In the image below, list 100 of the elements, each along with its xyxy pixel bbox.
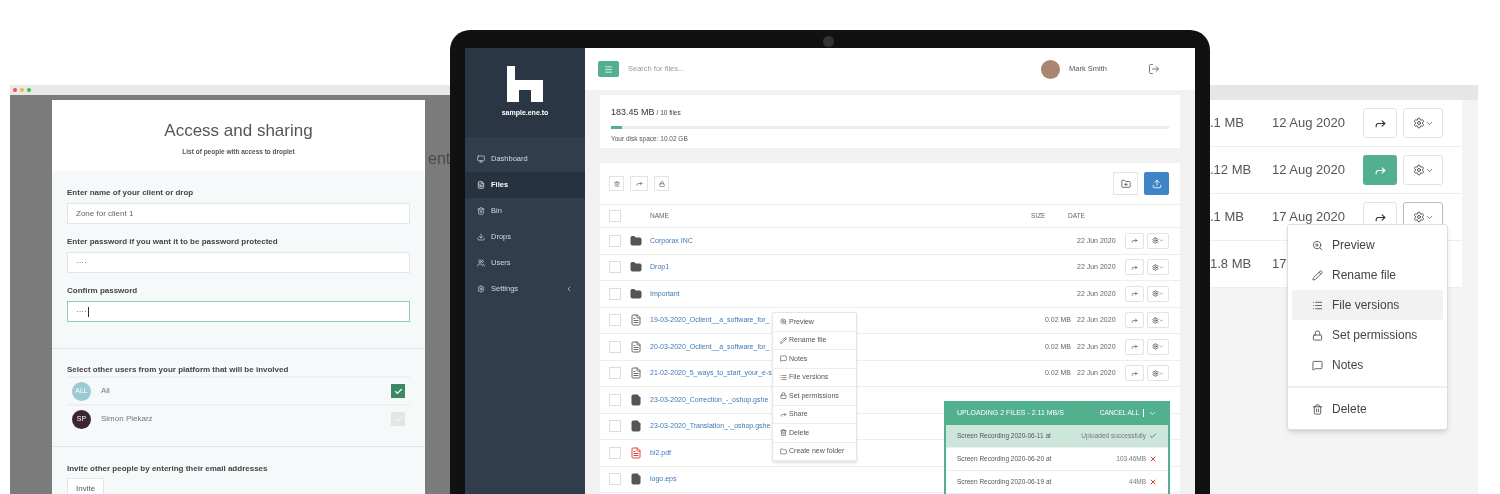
list-icon — [1312, 299, 1323, 311]
gear-icon — [1152, 263, 1159, 271]
pencil-icon — [780, 336, 787, 344]
row-checkbox[interactable] — [609, 367, 621, 380]
gear-icon — [1412, 164, 1425, 176]
speech-bubble-icon — [1312, 359, 1323, 371]
zoom-icon — [1312, 239, 1323, 251]
speech-bubble-icon — [780, 355, 787, 363]
gear-dropdown-button[interactable] — [1147, 232, 1169, 249]
house-logo-icon — [507, 66, 543, 103]
users-icon — [477, 259, 485, 267]
upload-icon — [1151, 178, 1162, 189]
trash-icon — [1312, 403, 1323, 415]
gear-icon — [1152, 343, 1159, 351]
bin-icon — [477, 207, 485, 215]
share-button[interactable] — [1125, 285, 1144, 302]
share-button[interactable] — [1125, 338, 1144, 355]
gear-dropdown-button[interactable] — [1403, 155, 1443, 185]
folder-icon — [630, 234, 642, 247]
share-button[interactable] — [1125, 312, 1144, 329]
text-cursor — [87, 306, 89, 317]
share-button[interactable] — [1125, 365, 1144, 382]
row-checkbox[interactable] — [609, 314, 621, 327]
trash-icon — [613, 180, 620, 187]
trash-icon — [780, 429, 787, 437]
logout-icon[interactable] — [1148, 63, 1160, 75]
user-name: Simon Piekarz — [101, 413, 154, 425]
row-checkbox[interactable] — [609, 340, 621, 353]
invite-button[interactable]: Invite — [67, 478, 105, 494]
gear-dropdown-button[interactable] — [1147, 312, 1169, 329]
folder-icon — [630, 287, 642, 300]
input-field[interactable]: ···· — [67, 252, 410, 273]
gear-icon — [1152, 237, 1159, 245]
delete-button[interactable] — [609, 176, 624, 191]
lock-icon — [780, 392, 787, 400]
row-checkbox[interactable] — [609, 261, 621, 274]
document-icon — [630, 367, 642, 380]
file-date: 12 Aug 2020 — [1272, 114, 1347, 133]
gear-dropdown-button[interactable] — [1147, 285, 1169, 302]
gear-icon — [1412, 117, 1425, 129]
share-icon — [1131, 237, 1138, 245]
gear-dropdown-button[interactable] — [1147, 259, 1169, 276]
gear-dropdown-button[interactable] — [1147, 365, 1169, 382]
pdf-icon — [630, 446, 642, 459]
input-field[interactable]: ···· — [67, 301, 410, 322]
check-icon — [393, 386, 403, 396]
files-icon — [477, 181, 485, 189]
caret-icon — [1159, 238, 1164, 244]
close-icon[interactable] — [1149, 478, 1157, 486]
user-name: All — [101, 385, 111, 397]
gear-icon — [1152, 316, 1159, 324]
menu-item[interactable]: File versions — [1292, 290, 1443, 320]
menu-icon — [604, 64, 613, 74]
share-button[interactable] — [630, 176, 648, 191]
folder-icon — [630, 261, 642, 274]
folder-plus-icon — [1120, 178, 1131, 189]
upload-button[interactable] — [1144, 172, 1169, 195]
caret-icon — [1159, 264, 1164, 270]
gear-dropdown-button[interactable] — [1403, 108, 1443, 138]
menu-item[interactable]: Preview — [1292, 230, 1443, 260]
caret-icon — [1159, 317, 1164, 323]
share-button[interactable] — [1363, 155, 1397, 185]
menu-item[interactable]: Set permissions — [1292, 320, 1443, 350]
share-button[interactable] — [1125, 232, 1144, 249]
input-field[interactable]: Zone for client 1 — [67, 203, 410, 224]
settings-icon — [477, 285, 485, 293]
drops-icon — [477, 233, 485, 241]
section-label: Select other users from your platform that will be involved — [67, 364, 290, 376]
row-checkbox[interactable] — [609, 420, 621, 433]
close-icon[interactable] — [1149, 455, 1157, 463]
share-icon — [1131, 343, 1138, 351]
menu-item[interactable]: Notes — [1292, 350, 1443, 380]
file-size: .12 MB — [1210, 161, 1253, 180]
dashboard-icon — [477, 155, 485, 163]
field-label: Confirm password — [67, 285, 139, 297]
share-icon — [1131, 316, 1138, 324]
row-checkbox[interactable] — [609, 234, 621, 247]
section-label: Invite other people by entering their email addresses — [67, 463, 268, 475]
file-icon — [630, 393, 642, 406]
row-checkbox[interactable] — [609, 446, 621, 459]
row-checkbox[interactable] — [609, 473, 621, 486]
select-all-checkbox[interactable] — [609, 210, 621, 222]
checkbox[interactable] — [391, 384, 405, 398]
gear-icon — [1152, 290, 1159, 298]
new-folder-button[interactable] — [1113, 172, 1138, 195]
avatar — [1041, 59, 1060, 79]
gear-dropdown-button[interactable] — [1147, 338, 1169, 355]
file-size: .1 MB — [1210, 114, 1245, 133]
share-button[interactable] — [1363, 108, 1397, 138]
menu-button[interactable] — [598, 61, 619, 77]
menu-item[interactable]: Rename file — [1292, 260, 1443, 290]
field-label: Enter name of your client or drop — [67, 187, 195, 199]
row-checkbox[interactable] — [609, 393, 621, 406]
share-button[interactable] — [1125, 259, 1144, 276]
row-checkbox[interactable] — [609, 287, 621, 300]
file-size: .1 MB — [1210, 208, 1245, 227]
menu-item[interactable]: Delete — [1292, 394, 1443, 424]
lock-button[interactable] — [654, 176, 669, 191]
modal-title: Access and sharing — [164, 119, 313, 142]
document-icon — [630, 314, 642, 327]
